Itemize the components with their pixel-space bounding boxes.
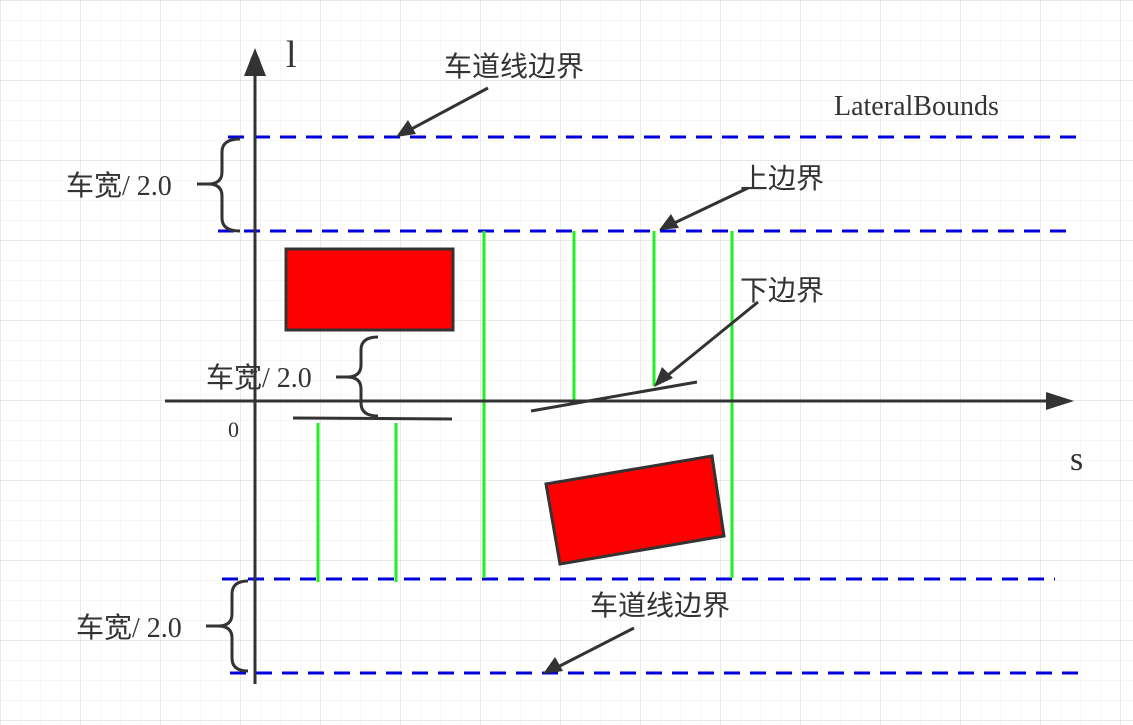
diagram-svg: l s 0 车道线边界 LateralBounds 上边界 下边界 车道线边界 … xyxy=(0,0,1133,725)
lower-reference-line-left xyxy=(292,416,453,421)
lane-boundary-bottom-label: 车道线边界 xyxy=(590,589,730,622)
diagram-canvas: l s 0 车道线边界 LateralBounds 上边界 下边界 车道线边界 … xyxy=(0,0,1133,725)
origin-label: 0 xyxy=(228,417,239,442)
s-axis-label: s xyxy=(1070,441,1083,478)
upper-bound-label: 上边界 xyxy=(740,162,824,195)
l-axis-label: l xyxy=(286,34,297,76)
lower-bound-label: 下边界 xyxy=(740,274,824,307)
obstacle-1 xyxy=(284,247,455,332)
lateral-bounds-label: LateralBounds xyxy=(834,91,999,122)
half-width-mid-label: 车宽/ 2.0 xyxy=(206,362,312,394)
half-width-bottom-label: 车宽/ 2.0 xyxy=(76,612,182,644)
lane-boundary-top-label: 车道线边界 xyxy=(444,50,584,83)
half-width-top-label: 车宽/ 2.0 xyxy=(66,170,172,202)
